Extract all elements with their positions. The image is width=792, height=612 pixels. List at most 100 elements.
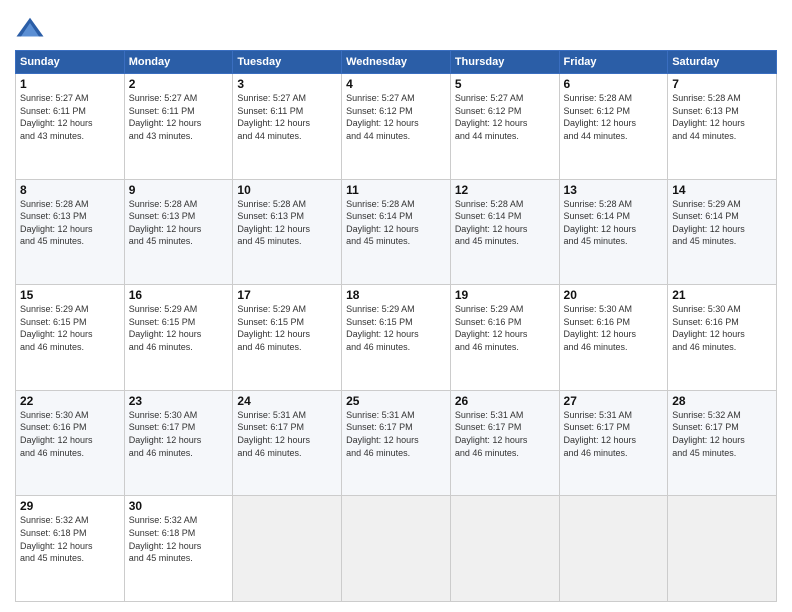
calendar-cell: 20Sunrise: 5:30 AM Sunset: 6:16 PM Dayli… bbox=[559, 285, 668, 391]
day-number: 5 bbox=[455, 77, 555, 91]
calendar-cell: 2Sunrise: 5:27 AM Sunset: 6:11 PM Daylig… bbox=[124, 74, 233, 180]
week-row-5: 29Sunrise: 5:32 AM Sunset: 6:18 PM Dayli… bbox=[16, 496, 777, 602]
calendar-cell: 5Sunrise: 5:27 AM Sunset: 6:12 PM Daylig… bbox=[450, 74, 559, 180]
day-number: 17 bbox=[237, 288, 337, 302]
calendar-cell: 26Sunrise: 5:31 AM Sunset: 6:17 PM Dayli… bbox=[450, 390, 559, 496]
calendar-body: 1Sunrise: 5:27 AM Sunset: 6:11 PM Daylig… bbox=[16, 74, 777, 602]
calendar-cell: 21Sunrise: 5:30 AM Sunset: 6:16 PM Dayli… bbox=[668, 285, 777, 391]
calendar-cell: 11Sunrise: 5:28 AM Sunset: 6:14 PM Dayli… bbox=[342, 179, 451, 285]
day-number: 22 bbox=[20, 394, 120, 408]
day-number: 29 bbox=[20, 499, 120, 513]
calendar-cell bbox=[559, 496, 668, 602]
calendar-cell: 15Sunrise: 5:29 AM Sunset: 6:15 PM Dayli… bbox=[16, 285, 125, 391]
calendar-cell: 18Sunrise: 5:29 AM Sunset: 6:15 PM Dayli… bbox=[342, 285, 451, 391]
day-info: Sunrise: 5:31 AM Sunset: 6:17 PM Dayligh… bbox=[346, 409, 446, 459]
day-number: 20 bbox=[564, 288, 664, 302]
calendar-cell: 19Sunrise: 5:29 AM Sunset: 6:16 PM Dayli… bbox=[450, 285, 559, 391]
day-info: Sunrise: 5:27 AM Sunset: 6:12 PM Dayligh… bbox=[455, 92, 555, 142]
day-number: 10 bbox=[237, 183, 337, 197]
day-number: 6 bbox=[564, 77, 664, 91]
day-info: Sunrise: 5:27 AM Sunset: 6:11 PM Dayligh… bbox=[237, 92, 337, 142]
logo bbox=[15, 14, 49, 44]
day-number: 4 bbox=[346, 77, 446, 91]
day-number: 25 bbox=[346, 394, 446, 408]
week-row-2: 8Sunrise: 5:28 AM Sunset: 6:13 PM Daylig… bbox=[16, 179, 777, 285]
calendar-cell: 27Sunrise: 5:31 AM Sunset: 6:17 PM Dayli… bbox=[559, 390, 668, 496]
header bbox=[15, 10, 777, 44]
day-info: Sunrise: 5:29 AM Sunset: 6:15 PM Dayligh… bbox=[237, 303, 337, 353]
day-number: 26 bbox=[455, 394, 555, 408]
calendar-header: SundayMondayTuesdayWednesdayThursdayFrid… bbox=[16, 51, 777, 74]
calendar-cell: 25Sunrise: 5:31 AM Sunset: 6:17 PM Dayli… bbox=[342, 390, 451, 496]
day-info: Sunrise: 5:27 AM Sunset: 6:11 PM Dayligh… bbox=[20, 92, 120, 142]
calendar-cell: 23Sunrise: 5:30 AM Sunset: 6:17 PM Dayli… bbox=[124, 390, 233, 496]
week-row-3: 15Sunrise: 5:29 AM Sunset: 6:15 PM Dayli… bbox=[16, 285, 777, 391]
day-info: Sunrise: 5:29 AM Sunset: 6:14 PM Dayligh… bbox=[672, 198, 772, 248]
calendar-cell: 16Sunrise: 5:29 AM Sunset: 6:15 PM Dayli… bbox=[124, 285, 233, 391]
day-number: 27 bbox=[564, 394, 664, 408]
calendar-cell bbox=[668, 496, 777, 602]
day-number: 2 bbox=[129, 77, 229, 91]
day-info: Sunrise: 5:29 AM Sunset: 6:15 PM Dayligh… bbox=[129, 303, 229, 353]
page: SundayMondayTuesdayWednesdayThursdayFrid… bbox=[0, 0, 792, 612]
day-number: 1 bbox=[20, 77, 120, 91]
day-info: Sunrise: 5:29 AM Sunset: 6:15 PM Dayligh… bbox=[346, 303, 446, 353]
day-info: Sunrise: 5:32 AM Sunset: 6:17 PM Dayligh… bbox=[672, 409, 772, 459]
day-info: Sunrise: 5:28 AM Sunset: 6:13 PM Dayligh… bbox=[20, 198, 120, 248]
day-info: Sunrise: 5:29 AM Sunset: 6:15 PM Dayligh… bbox=[20, 303, 120, 353]
day-info: Sunrise: 5:28 AM Sunset: 6:13 PM Dayligh… bbox=[672, 92, 772, 142]
day-number: 18 bbox=[346, 288, 446, 302]
day-info: Sunrise: 5:28 AM Sunset: 6:14 PM Dayligh… bbox=[564, 198, 664, 248]
day-info: Sunrise: 5:28 AM Sunset: 6:13 PM Dayligh… bbox=[129, 198, 229, 248]
calendar-cell: 30Sunrise: 5:32 AM Sunset: 6:18 PM Dayli… bbox=[124, 496, 233, 602]
calendar-cell: 10Sunrise: 5:28 AM Sunset: 6:13 PM Dayli… bbox=[233, 179, 342, 285]
day-number: 11 bbox=[346, 183, 446, 197]
col-header-friday: Friday bbox=[559, 51, 668, 74]
day-info: Sunrise: 5:32 AM Sunset: 6:18 PM Dayligh… bbox=[129, 514, 229, 564]
day-number: 24 bbox=[237, 394, 337, 408]
calendar-cell: 7Sunrise: 5:28 AM Sunset: 6:13 PM Daylig… bbox=[668, 74, 777, 180]
day-info: Sunrise: 5:27 AM Sunset: 6:11 PM Dayligh… bbox=[129, 92, 229, 142]
day-number: 28 bbox=[672, 394, 772, 408]
day-number: 7 bbox=[672, 77, 772, 91]
calendar-cell: 6Sunrise: 5:28 AM Sunset: 6:12 PM Daylig… bbox=[559, 74, 668, 180]
day-info: Sunrise: 5:28 AM Sunset: 6:12 PM Dayligh… bbox=[564, 92, 664, 142]
day-number: 13 bbox=[564, 183, 664, 197]
col-header-tuesday: Tuesday bbox=[233, 51, 342, 74]
calendar-cell: 1Sunrise: 5:27 AM Sunset: 6:11 PM Daylig… bbox=[16, 74, 125, 180]
header-row: SundayMondayTuesdayWednesdayThursdayFrid… bbox=[16, 51, 777, 74]
calendar-cell: 14Sunrise: 5:29 AM Sunset: 6:14 PM Dayli… bbox=[668, 179, 777, 285]
col-header-saturday: Saturday bbox=[668, 51, 777, 74]
calendar-cell: 13Sunrise: 5:28 AM Sunset: 6:14 PM Dayli… bbox=[559, 179, 668, 285]
day-info: Sunrise: 5:30 AM Sunset: 6:16 PM Dayligh… bbox=[672, 303, 772, 353]
day-number: 15 bbox=[20, 288, 120, 302]
day-number: 14 bbox=[672, 183, 772, 197]
day-number: 19 bbox=[455, 288, 555, 302]
calendar-cell: 17Sunrise: 5:29 AM Sunset: 6:15 PM Dayli… bbox=[233, 285, 342, 391]
logo-icon bbox=[15, 14, 45, 44]
calendar-cell: 3Sunrise: 5:27 AM Sunset: 6:11 PM Daylig… bbox=[233, 74, 342, 180]
day-info: Sunrise: 5:30 AM Sunset: 6:17 PM Dayligh… bbox=[129, 409, 229, 459]
calendar-cell: 24Sunrise: 5:31 AM Sunset: 6:17 PM Dayli… bbox=[233, 390, 342, 496]
calendar-cell: 4Sunrise: 5:27 AM Sunset: 6:12 PM Daylig… bbox=[342, 74, 451, 180]
day-info: Sunrise: 5:29 AM Sunset: 6:16 PM Dayligh… bbox=[455, 303, 555, 353]
day-number: 9 bbox=[129, 183, 229, 197]
day-number: 3 bbox=[237, 77, 337, 91]
day-number: 23 bbox=[129, 394, 229, 408]
col-header-monday: Monday bbox=[124, 51, 233, 74]
day-info: Sunrise: 5:28 AM Sunset: 6:13 PM Dayligh… bbox=[237, 198, 337, 248]
col-header-sunday: Sunday bbox=[16, 51, 125, 74]
day-info: Sunrise: 5:32 AM Sunset: 6:18 PM Dayligh… bbox=[20, 514, 120, 564]
calendar-table: SundayMondayTuesdayWednesdayThursdayFrid… bbox=[15, 50, 777, 602]
calendar-cell: 9Sunrise: 5:28 AM Sunset: 6:13 PM Daylig… bbox=[124, 179, 233, 285]
day-number: 30 bbox=[129, 499, 229, 513]
day-info: Sunrise: 5:31 AM Sunset: 6:17 PM Dayligh… bbox=[564, 409, 664, 459]
calendar-cell: 8Sunrise: 5:28 AM Sunset: 6:13 PM Daylig… bbox=[16, 179, 125, 285]
day-info: Sunrise: 5:28 AM Sunset: 6:14 PM Dayligh… bbox=[346, 198, 446, 248]
week-row-4: 22Sunrise: 5:30 AM Sunset: 6:16 PM Dayli… bbox=[16, 390, 777, 496]
calendar-cell bbox=[450, 496, 559, 602]
calendar-cell: 28Sunrise: 5:32 AM Sunset: 6:17 PM Dayli… bbox=[668, 390, 777, 496]
col-header-thursday: Thursday bbox=[450, 51, 559, 74]
day-number: 21 bbox=[672, 288, 772, 302]
day-info: Sunrise: 5:30 AM Sunset: 6:16 PM Dayligh… bbox=[20, 409, 120, 459]
